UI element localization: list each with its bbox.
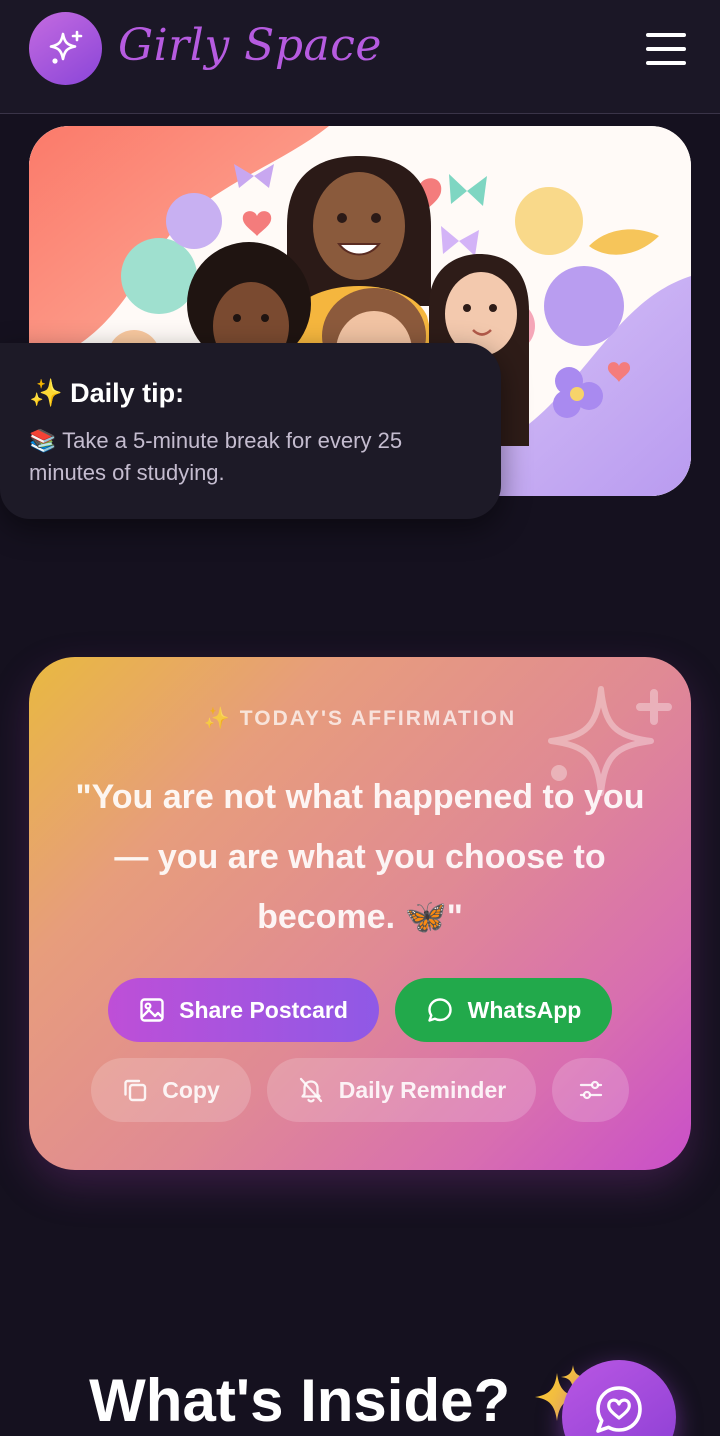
share-postcard-button[interactable]: Share Postcard [108,978,379,1042]
copy-button[interactable]: Copy [91,1058,251,1122]
section-title-text: What's Inside? [89,1367,511,1434]
app-header: Girly Space [0,0,720,114]
daily-tip-title: ✨ Daily tip: [29,378,185,408]
bell-off-icon [299,1077,322,1103]
daily-tip-text: 📚 Take a 5-minute break for every 25 min… [29,428,403,485]
heart-chat-icon [596,1386,642,1433]
whatsapp-label: WhatsApp [467,996,582,1023]
settings-button[interactable] [552,1058,629,1122]
chat-bubble-icon [427,998,452,1022]
brand-name[interactable]: Girly Space [118,20,382,71]
hamburger-menu-icon [646,33,686,37]
affirmation-quote: "You are not what happened to you — you … [75,778,645,936]
sliders-icon [579,1080,602,1100]
affirmation-card: ✨ TODAY'S AFFIRMATION "You are not what … [29,657,691,1170]
whatsapp-button[interactable]: WhatsApp [395,978,612,1042]
share-postcard-label: Share Postcard [179,996,348,1023]
copy-label: Copy [162,1076,220,1103]
daily-reminder-button[interactable]: Daily Reminder [267,1058,536,1122]
logo[interactable] [29,12,102,85]
daily-tip-card: ✨ Daily tip: 📚 Take a 5-minute break for… [0,343,501,519]
image-icon [140,998,164,1022]
affirmation-label: ✨ TODAY'S AFFIRMATION [203,707,517,730]
sparkles-icon [49,30,82,64]
daily-reminder-label: Daily Reminder [338,1076,507,1103]
menu-button[interactable] [646,33,686,65]
copy-icon [124,1079,147,1102]
